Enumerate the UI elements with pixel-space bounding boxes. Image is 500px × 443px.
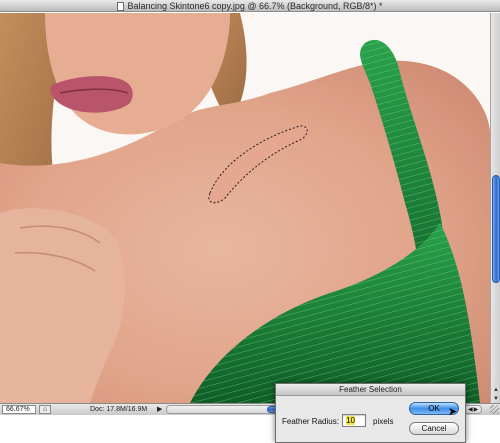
vertical-scrollbar[interactable]: ▲ ▼ xyxy=(490,13,500,403)
image-canvas[interactable] xyxy=(0,13,490,403)
photo xyxy=(0,13,490,403)
title-bar[interactable]: Balancing Skintone6 copy.jpg @ 66.7% (Ba… xyxy=(0,0,500,12)
dialog-title[interactable]: Feather Selection xyxy=(276,384,465,396)
window-title: Balancing Skintone6 copy.jpg @ 66.7% (Ba… xyxy=(127,0,383,11)
feather-radius-value: 10 xyxy=(346,416,355,425)
title-wrap: Balancing Skintone6 copy.jpg @ 66.7% (Ba… xyxy=(0,0,500,12)
scroll-up-icon[interactable]: ▲ xyxy=(493,387,499,393)
feather-selection-dialog: Feather Selection Feather Radius: 10 pix… xyxy=(275,383,466,443)
document-window: Balancing Skintone6 copy.jpg @ 66.7% (Ba… xyxy=(0,0,500,443)
scroll-down-icon[interactable]: ▼ xyxy=(493,396,499,402)
zoom-field[interactable]: 66.67% xyxy=(2,405,36,414)
horizontal-scroll-arrows-icon[interactable]: ◀▶ xyxy=(468,406,479,414)
document-icon xyxy=(117,1,125,11)
status-menu-icon[interactable]: ⌂ xyxy=(39,405,51,414)
document-size: Doc: 17.8M/16.9M xyxy=(90,406,148,413)
feather-radius-label: Feather Radius: xyxy=(282,417,339,426)
status-arrow-icon[interactable]: ▶ xyxy=(157,406,162,414)
vertical-scroll-thumb[interactable] xyxy=(492,175,500,283)
feather-units-label: pixels xyxy=(373,417,394,426)
resize-grip[interactable] xyxy=(490,405,499,414)
arrow-cursor-icon: ➤ xyxy=(448,406,458,418)
feather-radius-input[interactable]: 10 xyxy=(342,414,366,427)
cancel-button[interactable]: Cancel xyxy=(409,422,459,435)
vertical-scroll-arrows[interactable]: ▲ ▼ xyxy=(491,385,500,403)
